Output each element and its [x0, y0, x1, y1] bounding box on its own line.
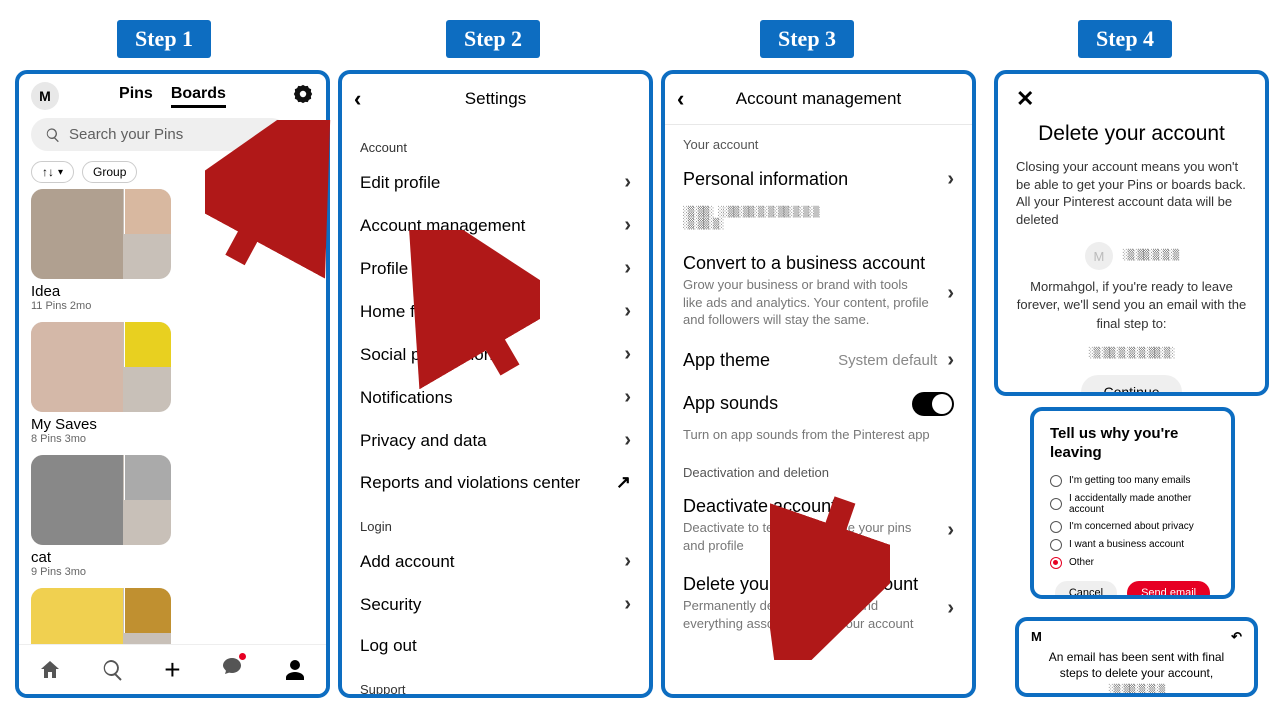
radio-business[interactable]: I want a business account: [1050, 539, 1215, 551]
radio-another-account[interactable]: I accidentally made another account: [1050, 493, 1215, 515]
row-convert-business[interactable]: Convert to a business account: [665, 243, 972, 276]
blurred-email: ░▒░▒▒░▒░▒░▒░▒▒░▒░: [1089, 348, 1174, 359]
avatar-small: M: [1085, 242, 1113, 270]
settings-button[interactable]: [286, 83, 314, 110]
row-app-sounds[interactable]: App sounds: [665, 382, 972, 426]
row-logout[interactable]: Log out: [342, 626, 649, 666]
close-icon[interactable]: ✕: [1016, 86, 1034, 111]
section-your-account: Your account: [665, 125, 972, 158]
section-account: Account: [342, 124, 649, 161]
row-reports[interactable]: Reports and violations center↗: [342, 462, 649, 503]
step1-label: Step 1: [117, 20, 211, 58]
row-privacy[interactable]: Privacy and data›: [342, 419, 649, 462]
row-account-management[interactable]: Account management›: [342, 204, 649, 247]
account-mgmt-title: Account management: [697, 89, 940, 109]
profile-nav-icon[interactable]: [283, 658, 307, 682]
step4a-screen: ✕ Delete your account Closing your accou…: [994, 70, 1269, 396]
row-home-feed[interactable]: Home feed tuner›: [342, 290, 649, 333]
step1-screen: M Pins Boards Search your Pins + ↑↓ ▾ Gr…: [15, 70, 330, 698]
row-app-theme[interactable]: App themeSystem default›: [665, 339, 972, 382]
row-personal-info[interactable]: Personal information›: [665, 158, 972, 201]
step4-label: Step 4: [1078, 20, 1172, 58]
send-email-button[interactable]: Send email: [1127, 581, 1210, 600]
delete-confirm-text: Mormahgol, if you're ready to leave fore…: [1016, 278, 1247, 333]
avatar[interactable]: M: [31, 82, 59, 110]
radio-emails[interactable]: I'm getting too many emails: [1050, 475, 1215, 487]
section-deactivation: Deactivation and deletion: [665, 453, 972, 486]
chat-nav-icon[interactable]: [220, 655, 244, 684]
step3-screen: ‹ Account management Your account Person…: [661, 70, 976, 698]
group-pill[interactable]: Group: [82, 161, 137, 183]
blurred-info: ░▒░▒▒░ ░░▒▒░▒▒░▒░▒░▒▒░▒░▒░▒░▒░▒▒░▒░: [683, 207, 954, 231]
row-edit-profile[interactable]: Edit profile›: [342, 161, 649, 204]
tab-pins[interactable]: Pins: [119, 85, 153, 108]
continue-button[interactable]: Continue: [1081, 375, 1181, 396]
undo-icon[interactable]: ↶: [1231, 629, 1242, 645]
search-nav-icon[interactable]: [101, 658, 125, 682]
radio-privacy[interactable]: I'm concerned about privacy: [1050, 521, 1215, 533]
gear-icon: [292, 83, 314, 105]
search-icon: [45, 127, 61, 143]
search-input[interactable]: Search your Pins: [31, 118, 288, 151]
add-icon[interactable]: +: [298, 119, 314, 151]
row-security[interactable]: Security›: [342, 583, 649, 626]
sort-pill[interactable]: ↑↓ ▾: [31, 161, 74, 183]
cancel-button[interactable]: Cancel: [1055, 581, 1117, 600]
row-add-account[interactable]: Add account›: [342, 540, 649, 583]
board-idea[interactable]: Idea11 Pins 2mo: [31, 189, 171, 312]
step3-label: Step 3: [760, 20, 854, 58]
radio-other[interactable]: Other: [1050, 557, 1215, 569]
back-icon[interactable]: ‹: [677, 86, 697, 112]
step2-label: Step 2: [446, 20, 540, 58]
delete-warning: Closing your account means you won't be …: [1016, 158, 1247, 228]
row-social-permissions[interactable]: Social permissions›: [342, 333, 649, 376]
board-mysaves[interactable]: My Saves8 Pins 3mo: [31, 322, 171, 445]
settings-title: Settings: [374, 89, 617, 109]
step2-screen: ‹ Settings Account Edit profile› Account…: [338, 70, 653, 698]
back-icon[interactable]: ‹: [354, 86, 374, 112]
bottom-nav: +: [19, 644, 326, 694]
external-icon: ↗: [616, 472, 631, 493]
delete-title: Delete your account: [1016, 122, 1247, 146]
row-notifications[interactable]: Notifications›: [342, 376, 649, 419]
section-support: Support: [342, 666, 649, 698]
tab-boards[interactable]: Boards: [171, 85, 226, 108]
sounds-toggle[interactable]: [912, 392, 954, 416]
section-login: Login: [342, 503, 649, 540]
board-cat[interactable]: cat9 Pins 3mo: [31, 455, 171, 578]
plus-nav-icon[interactable]: +: [164, 654, 180, 686]
email-sent-msg: An email has been sent with final steps …: [1031, 645, 1242, 697]
step4c-toast: M↶ An email has been sent with final ste…: [1015, 617, 1258, 697]
row-profile-visibility[interactable]: Profile visibility›: [342, 247, 649, 290]
leaving-title: Tell us why you're leaving: [1050, 425, 1215, 463]
home-icon[interactable]: [38, 658, 62, 682]
step4b-screen: Tell us why you're leaving I'm getting t…: [1030, 407, 1235, 599]
row-deactivate[interactable]: Deactivate account: [665, 486, 972, 519]
row-delete-account[interactable]: Delete your data and account: [665, 564, 972, 597]
blurred-name: ░▒░▒▒░▒░▒░▒: [1123, 250, 1178, 262]
